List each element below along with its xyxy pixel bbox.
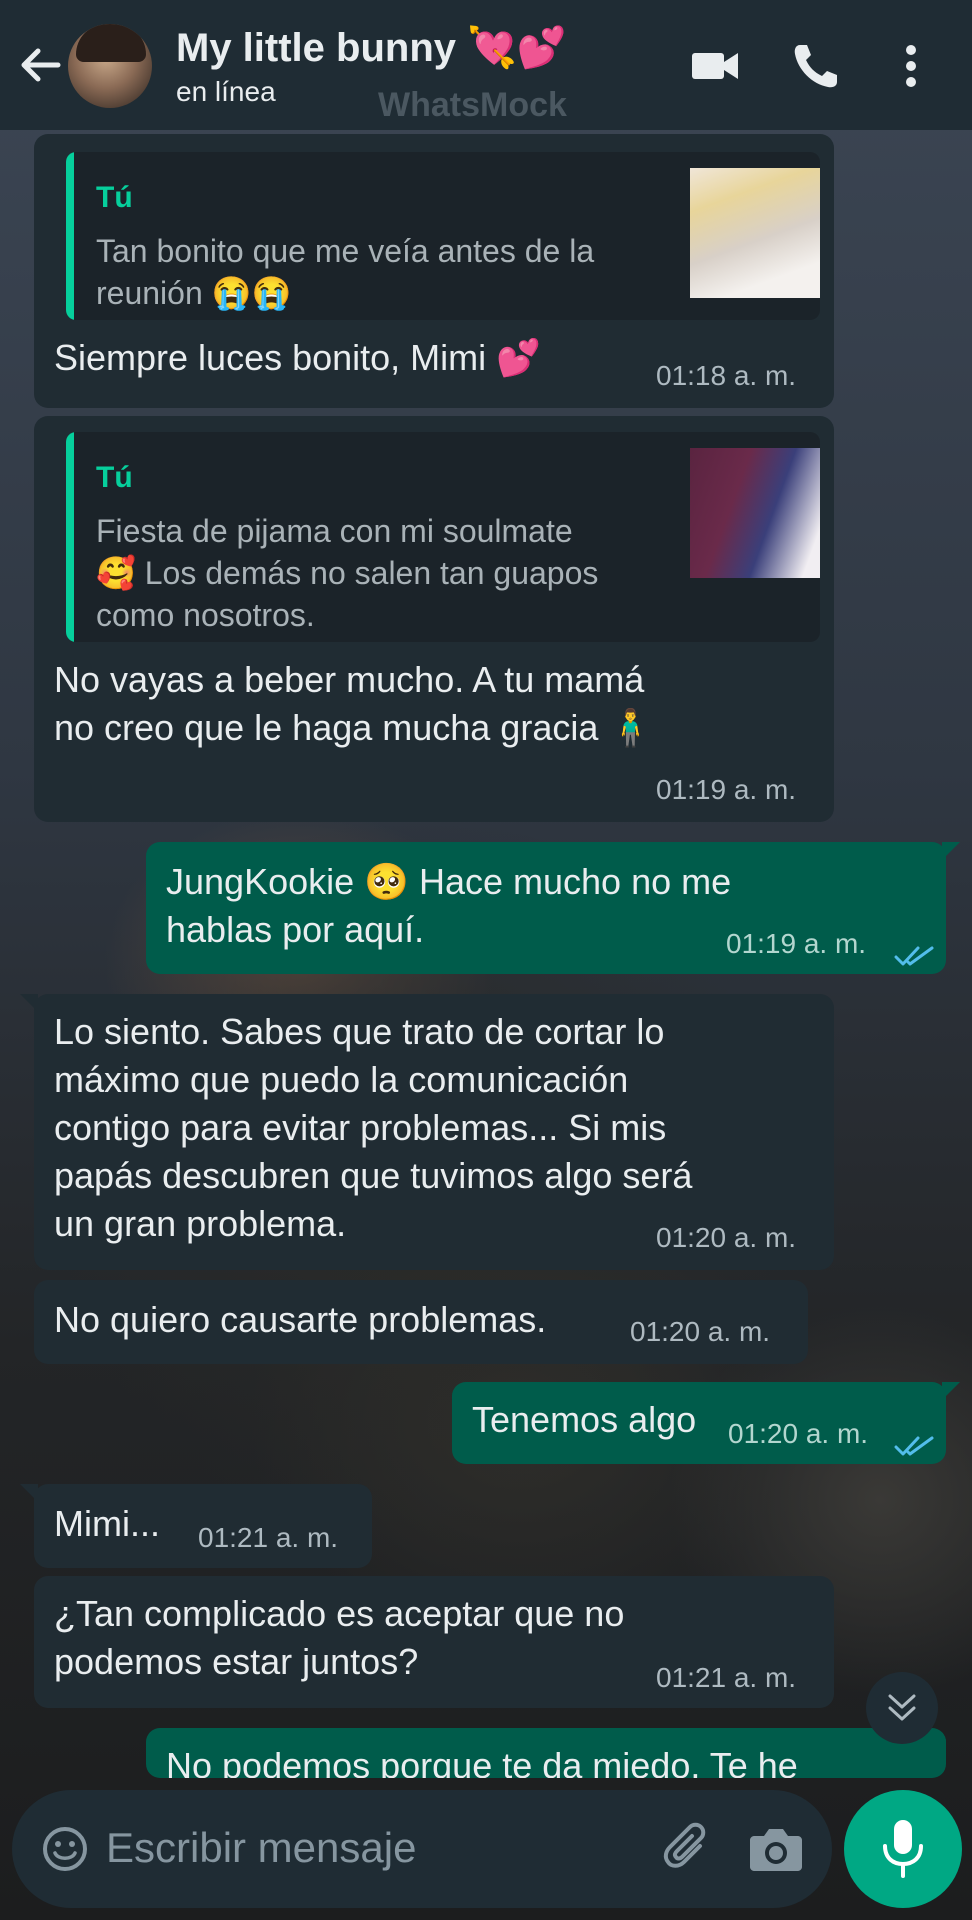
contact-status: en línea [176, 76, 276, 107]
quote-author: Tú [96, 181, 133, 214]
quote-text-line: Fiesta de pijama con mi soulmate [96, 513, 573, 549]
message-text: podemos estar juntos? [54, 1641, 419, 1682]
message-bubble-incoming[interactable]: Tú Fiesta de pijama con mi soulmate 🥰 Lo… [34, 416, 834, 822]
message-time: 01:19 a. m. [656, 774, 797, 805]
paperclip-icon[interactable] [660, 1820, 716, 1876]
quote-thumbnail [690, 448, 820, 578]
message-time: 01:20 a. m. [728, 1418, 869, 1449]
message-text: Tenemos algo [472, 1399, 697, 1440]
read-ticks-icon [894, 1422, 934, 1456]
message-text: No podemos porque te da miedo. Te he [166, 1745, 798, 1778]
read-ticks-icon [894, 932, 934, 966]
message-bubble-outgoing[interactable]: Tenemos algo 01:20 a. m. [452, 1382, 960, 1464]
quoted-message[interactable]: Tú Fiesta de pijama con mi soulmate 🥰 Lo… [66, 432, 820, 642]
message-text: Mimi... [54, 1503, 160, 1544]
scroll-to-bottom-button[interactable] [866, 1672, 938, 1744]
chat-header: My little bunny 💘💕 en línea WhatsMock [0, 0, 972, 130]
message-bubble-incoming[interactable]: No quiero causarte problemas. 01:20 a. m… [34, 1280, 808, 1364]
video-call-icon[interactable] [690, 40, 742, 92]
double-chevron-down-icon [888, 1694, 916, 1721]
message-time: 01:20 a. m. [630, 1316, 771, 1347]
message-text: Siempre luces bonito, Mimi 💕 [54, 337, 541, 378]
microphone-icon [879, 1818, 927, 1880]
quote-text-line: 🥰 Los demás no salen tan guapos [96, 555, 599, 591]
message-time: 01:21 a. m. [656, 1662, 797, 1693]
quoted-message[interactable]: Tú Tan bonito que me veía antes de la re… [66, 152, 820, 320]
message-bubble-outgoing[interactable]: No podemos porque te da miedo. Te he [146, 1728, 946, 1778]
emoji-icon[interactable] [40, 1824, 90, 1874]
hearts-emoji: 💘💕 [467, 26, 567, 70]
message-text: No vayas a beber mucho. A tu mamá [54, 659, 645, 700]
mic-button[interactable] [844, 1790, 962, 1908]
message-text: contigo para evitar problemas... Si mis [54, 1107, 667, 1148]
message-text: máximo que puedo la comunicación [54, 1059, 629, 1100]
message-input[interactable]: Escribir mensaje [106, 1824, 416, 1872]
quote-author: Tú [96, 461, 133, 494]
message-text: papás descubren que tuvimos algo será [54, 1155, 693, 1196]
quote-text-line: como nosotros. [96, 597, 315, 633]
watermark: WhatsMock [378, 86, 567, 124]
avatar[interactable] [68, 24, 152, 108]
camera-icon[interactable] [748, 1824, 804, 1874]
message-time: 01:21 a. m. [198, 1522, 339, 1553]
message-text: un gran problema. [54, 1203, 347, 1244]
message-bubble-incoming[interactable]: Tú Tan bonito que me veía antes de la re… [34, 134, 834, 408]
message-text: JungKookie 🥺 Hace mucho no me [166, 861, 732, 902]
message-bubble-incoming[interactable]: Lo siento. Sabes que trato de cortar lo … [20, 994, 834, 1270]
contact-name[interactable]: My little bunny 💘💕 [176, 24, 567, 71]
quote-thumbnail [690, 168, 820, 298]
message-time: 01:18 a. m. [656, 360, 797, 391]
message-bubble-incoming[interactable]: ¿Tan complicado es aceptar que no podemo… [34, 1576, 834, 1708]
message-text: No quiero causarte problemas. [54, 1299, 547, 1340]
voice-call-icon[interactable] [790, 40, 842, 92]
message-text: hablas por aquí. [166, 909, 425, 950]
more-vert-icon[interactable] [896, 40, 926, 92]
message-text: no creo que le haga mucha gracia 🧍‍♂️ [54, 707, 654, 748]
message-text: ¿Tan complicado es aceptar que no [54, 1593, 625, 1634]
quote-text-line: Tan bonito que me veía antes de la [96, 233, 595, 269]
message-time: 01:19 a. m. [726, 928, 867, 959]
message-bubble-incoming[interactable]: Mimi... 01:21 a. m. [20, 1484, 372, 1568]
quote-text-line: reunión 😭😭 [96, 275, 292, 311]
arrow-left-icon[interactable] [16, 40, 66, 90]
quote-accent-bar [66, 432, 74, 642]
message-bubble-outgoing[interactable]: JungKookie 🥺 Hace mucho no me hablas por… [146, 842, 960, 974]
message-time: 01:20 a. m. [656, 1222, 797, 1253]
quote-accent-bar [66, 152, 74, 320]
message-composer: Escribir mensaje [12, 1790, 832, 1908]
message-text: Lo siento. Sabes que trato de cortar lo [54, 1011, 665, 1052]
